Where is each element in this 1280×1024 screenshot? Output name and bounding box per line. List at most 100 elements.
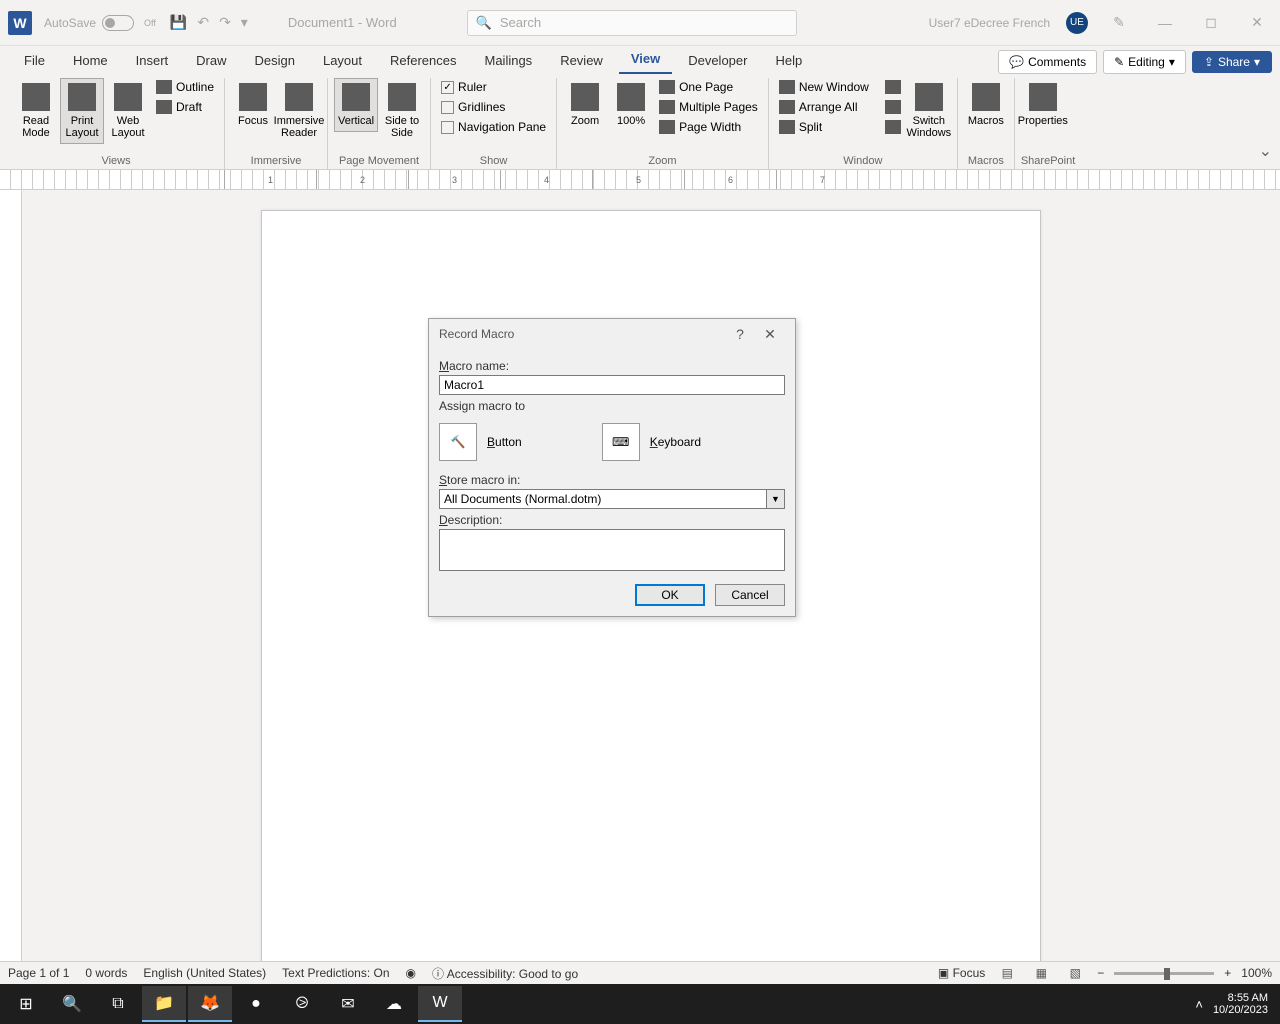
taskbar-clock[interactable]: 8:55 AM 10/20/2023 [1213,992,1268,1016]
focus-mode-button[interactable]: ▣ Focus [938,966,985,980]
assign-keyboard-option[interactable]: ⌨ Keyboard [602,423,701,461]
print-layout-view-icon[interactable]: ▦ [1029,964,1053,982]
sync-scroll-button[interactable] [881,98,905,116]
qat-more-icon[interactable]: ▾ [241,14,248,31]
word-count[interactable]: 0 words [85,966,127,980]
cancel-button[interactable]: Cancel [715,584,785,606]
checkbox-icon [441,121,454,134]
tab-mailings[interactable]: Mailings [473,47,545,74]
dialog-help-icon[interactable]: ? [725,326,755,342]
ruler-mark: 5 [592,170,684,189]
tab-file[interactable]: File [12,47,57,74]
file-explorer-icon[interactable]: 📁 [142,986,186,1022]
webex-icon[interactable]: ● [234,986,278,1022]
comments-button[interactable]: 💬 Comments [998,50,1097,74]
editing-button[interactable]: ✎ Editing ▾ [1103,50,1186,74]
one-page-button[interactable]: One Page [655,78,762,96]
navigation-pane-checkbox[interactable]: Navigation Pane [437,118,550,136]
side-by-side-button[interactable] [881,78,905,96]
tab-view[interactable]: View [619,45,672,74]
word-taskbar-icon[interactable]: W [418,986,462,1022]
store-macro-combo[interactable]: All Documents (Normal.dotm) ▼ [439,489,785,509]
taskbar-search-icon[interactable]: 🔍 [50,986,94,1022]
new-window-button[interactable]: New Window [775,78,873,96]
arrange-all-button[interactable]: Arrange All [775,98,873,116]
zoom-in-icon[interactable]: + [1224,966,1231,980]
zoom-button[interactable]: Zoom [563,78,607,132]
zoom-slider[interactable] [1114,972,1214,975]
language-status[interactable]: English (United States) [143,966,266,980]
vertical-ruler[interactable] [0,190,22,978]
tab-developer[interactable]: Developer [676,47,759,74]
dialog-titlebar[interactable]: Record Macro ? ✕ [429,319,795,349]
share-button[interactable]: ⇪ Share ▾ [1192,51,1272,73]
task-view-icon[interactable]: ⧉ [96,986,140,1022]
autosave-label: AutoSave [44,16,96,30]
multiple-pages-button[interactable]: Multiple Pages [655,98,762,116]
hundred-percent-button[interactable]: 100% [609,78,653,132]
tab-insert[interactable]: Insert [124,47,181,74]
reset-window-button[interactable] [881,118,905,136]
tab-home[interactable]: Home [61,47,120,74]
tab-review[interactable]: Review [548,47,615,74]
macro-record-icon[interactable]: ◉ [406,966,416,980]
close-icon[interactable]: ✕ [1242,14,1272,31]
read-mode-view-icon[interactable]: ▤ [995,964,1019,982]
user-avatar[interactable]: UE [1066,12,1088,34]
pen-icon[interactable]: ✎ [1104,14,1134,31]
autosave-toggle[interactable]: AutoSave Off [44,15,156,31]
outlook-icon[interactable]: ✉ [326,986,370,1022]
vertical-button[interactable]: Vertical [334,78,378,132]
tab-help[interactable]: Help [763,47,814,74]
draft-button[interactable]: Draft [152,98,218,116]
undo-icon[interactable]: ↶ [197,14,209,31]
ruler-checkbox[interactable]: ✓Ruler [437,78,550,96]
dialog-close-icon[interactable]: ✕ [755,326,785,343]
start-button[interactable]: ⊞ [4,986,48,1022]
collapse-ribbon-icon[interactable]: ⌄ [1259,141,1272,161]
web-layout-view-icon[interactable]: ▧ [1063,964,1087,982]
maximize-icon[interactable]: ◻ [1196,14,1226,31]
tray-chevron-icon[interactable]: ˄ [1185,997,1213,1012]
tab-design[interactable]: Design [243,47,307,74]
save-icon[interactable]: 💾 [170,14,187,31]
print-layout-button[interactable]: Print Layout [60,78,104,144]
zoom-percent[interactable]: 100% [1241,966,1272,980]
redo-icon[interactable]: ↷ [219,14,231,31]
chevron-down-icon[interactable]: ▼ [767,489,785,509]
ruler-mark: 3 [408,170,500,189]
powershell-icon[interactable]: ⧁ [280,986,324,1022]
read-mode-button[interactable]: Read Mode [14,78,58,144]
tab-layout[interactable]: Layout [311,47,374,74]
ok-button[interactable]: OK [635,584,705,606]
cloud-icon[interactable]: ☁ [372,986,416,1022]
accessibility-status[interactable]: ⓘ Accessibility: Good to go [432,965,578,982]
minimize-icon[interactable]: — [1150,15,1180,31]
horizontal-ruler[interactable]: 1 2 3 4 5 6 7 [0,170,1280,190]
focus-button[interactable]: Focus [231,78,275,132]
properties-button[interactable]: Properties [1021,78,1065,132]
multiple-pages-icon [659,100,675,114]
side-to-side-button[interactable]: Side to Side [380,78,424,144]
macros-button[interactable]: Macros [964,78,1008,132]
description-textarea[interactable] [439,529,785,571]
switch-windows-button[interactable]: Switch Windows [907,78,951,144]
page-width-button[interactable]: Page Width [655,118,762,136]
gridlines-checkbox[interactable]: Gridlines [437,98,550,116]
assign-button-option[interactable]: 🔨 Button [439,423,522,461]
immersive-reader-button[interactable]: Immersive Reader [277,78,321,144]
web-layout-button[interactable]: Web Layout [106,78,150,144]
macro-name-input[interactable] [439,375,785,395]
split-button[interactable]: Split [775,118,873,136]
text-predictions-status[interactable]: Text Predictions: On [282,966,389,980]
toggle-icon [102,15,134,31]
zoom-out-icon[interactable]: − [1097,966,1104,980]
tab-draw[interactable]: Draw [184,47,238,74]
user-name[interactable]: User7 eDecree French [929,16,1050,30]
tab-references[interactable]: References [378,47,468,74]
search-box[interactable]: 🔍 Search [467,10,797,36]
firefox-icon[interactable]: 🦊 [188,986,232,1022]
outline-button[interactable]: Outline [152,78,218,96]
page-status[interactable]: Page 1 of 1 [8,966,69,980]
zoom-thumb[interactable] [1164,968,1170,980]
